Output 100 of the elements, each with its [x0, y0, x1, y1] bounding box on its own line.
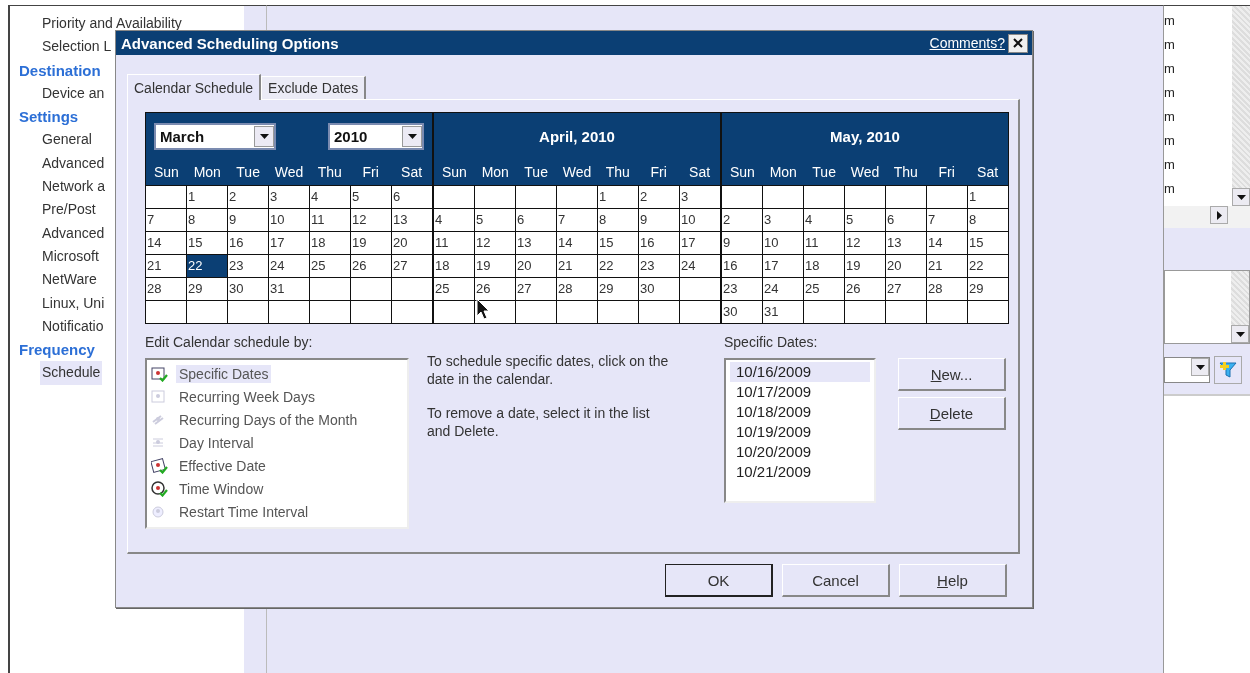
day-cell[interactable]: 30 [722, 301, 762, 323]
day-cell[interactable]: 8 [598, 209, 638, 231]
day-cell[interactable]: 21 [557, 255, 597, 277]
day-cell[interactable]: 18 [310, 232, 350, 254]
list-item[interactable]: 10/20/2009 [730, 442, 870, 462]
day-cell[interactable]: 25 [434, 278, 474, 300]
list-item[interactable]: m [1164, 34, 1175, 58]
day-cell[interactable]: 16 [639, 232, 679, 254]
tab[interactable]: Calendar Schedule [127, 74, 262, 100]
nav-item[interactable]: Schedule [40, 361, 103, 385]
list-item[interactable]: 10/16/2009 [730, 362, 870, 382]
scroll-down-button[interactable] [1231, 325, 1249, 343]
day-cell[interactable]: 10 [269, 209, 309, 231]
day-cell[interactable]: 31 [269, 278, 309, 300]
day-cell[interactable]: 3 [680, 186, 720, 208]
day-cell[interactable]: 14 [557, 232, 597, 254]
day-cell[interactable]: 17 [763, 255, 803, 277]
day-cell[interactable]: 28 [557, 278, 597, 300]
day-cell[interactable]: 22 [598, 255, 638, 277]
day-cell[interactable]: 19 [475, 255, 515, 277]
day-cell[interactable]: 1 [187, 186, 227, 208]
day-cell[interactable]: 14 [927, 232, 967, 254]
day-cell[interactable]: 20 [516, 255, 556, 277]
category-heading[interactable]: Frequency [10, 338, 95, 362]
day-cell[interactable]: 15 [187, 232, 227, 254]
filter-button[interactable] [1214, 356, 1242, 384]
day-cell[interactable]: 5 [475, 209, 515, 231]
day-cell[interactable]: 24 [269, 255, 309, 277]
category-heading[interactable]: Destination [10, 58, 101, 82]
list-item[interactable]: Time Window [176, 479, 267, 498]
day-cell[interactable]: 27 [516, 278, 556, 300]
day-cell[interactable]: 25 [804, 278, 844, 300]
day-cell[interactable]: 12 [475, 232, 515, 254]
list-item[interactable]: m [1164, 106, 1175, 130]
day-cell[interactable]: 21 [146, 255, 186, 277]
list-item[interactable]: Effective Date [176, 456, 269, 475]
list-item[interactable]: Specific Dates [176, 364, 272, 383]
nav-item[interactable]: Advanced [40, 221, 107, 245]
month-dropdown[interactable]: March [154, 122, 276, 150]
day-cell[interactable]: 6 [392, 186, 432, 208]
nav-item[interactable]: Microsoft [40, 244, 101, 269]
day-cell[interactable]: 24 [763, 278, 803, 300]
day-cell[interactable]: 20 [886, 255, 926, 277]
day-cell[interactable]: 26 [845, 278, 885, 300]
day-cell[interactable]: 26 [351, 255, 391, 277]
day-cell[interactable]: 9 [639, 209, 679, 231]
list-item[interactable]: 10/21/2009 [730, 462, 870, 482]
schedule-type-list[interactable]: Specific Dates Recurring Week Days Recurring Days of the Month Day Interval Effective Date Time Window Restart Time Interval [145, 358, 409, 529]
dropdown-button[interactable] [1191, 358, 1209, 376]
day-cell[interactable]: 31 [763, 301, 803, 323]
year-dropdown[interactable]: 2010 [328, 122, 424, 150]
day-cell[interactable]: 17 [680, 232, 720, 254]
day-cell[interactable]: 4 [434, 209, 474, 231]
day-cell[interactable]: 11 [434, 232, 474, 254]
nav-item[interactable]: General [40, 128, 94, 152]
day-cell[interactable]: 30 [639, 278, 679, 300]
nav-item[interactable]: Advanced [40, 151, 107, 176]
day-cell[interactable]: 10 [680, 209, 720, 231]
day-cell[interactable]: 5 [351, 186, 391, 208]
list-item[interactable]: m [1164, 58, 1175, 82]
nav-item[interactable]: NetWare [40, 268, 99, 292]
action-button[interactable]: Delete [898, 397, 1006, 430]
list-item[interactable]: Recurring Week Days [176, 387, 318, 406]
comments-link[interactable]: Comments? [929, 35, 1005, 51]
day-cell[interactable]: 30 [228, 278, 268, 300]
list-item[interactable]: 10/18/2009 [730, 402, 870, 422]
dialog-button[interactable]: OK [665, 564, 773, 597]
day-cell[interactable]: 23 [722, 278, 762, 300]
list-item[interactable]: m [1164, 10, 1175, 34]
scroll-right-button[interactable] [1210, 206, 1228, 224]
day-cell[interactable]: 8 [187, 209, 227, 231]
scroll-down-button[interactable] [1232, 188, 1250, 206]
day-cell[interactable]: 6 [886, 209, 926, 231]
dialog-button[interactable]: Cancel [782, 564, 890, 597]
category-heading[interactable]: Settings [10, 105, 79, 129]
day-cell[interactable]: 28 [927, 278, 967, 300]
day-cell[interactable]: 21 [927, 255, 967, 277]
day-cell[interactable]: 27 [886, 278, 926, 300]
day-cell[interactable]: 12 [845, 232, 885, 254]
day-cell[interactable]: 28 [146, 278, 186, 300]
day-cell[interactable]: 2 [228, 186, 268, 208]
day-cell[interactable]: 13 [516, 232, 556, 254]
nav-item[interactable]: Notificatio [40, 314, 106, 339]
day-cell[interactable]: 20 [392, 232, 432, 254]
day-cell[interactable]: 13 [392, 209, 432, 231]
day-cell[interactable]: 18 [804, 255, 844, 277]
day-cell[interactable]: 23 [228, 255, 268, 277]
day-cell[interactable]: 11 [804, 232, 844, 254]
day-cell[interactable]: 3 [763, 209, 803, 231]
close-button[interactable] [1008, 33, 1028, 53]
day-cell[interactable]: 4 [804, 209, 844, 231]
list-item[interactable]: 10/17/2009 [730, 382, 870, 402]
day-cell[interactable]: 7 [146, 209, 186, 231]
day-cell[interactable]: 5 [845, 209, 885, 231]
nav-item[interactable]: Selection L [40, 35, 114, 59]
day-cell[interactable]: 17 [269, 232, 309, 254]
scrollbar[interactable] [1232, 6, 1250, 206]
day-cell[interactable]: 2 [639, 186, 679, 208]
list-item[interactable]: m [1164, 82, 1175, 106]
day-cell[interactable]: 9 [228, 209, 268, 231]
